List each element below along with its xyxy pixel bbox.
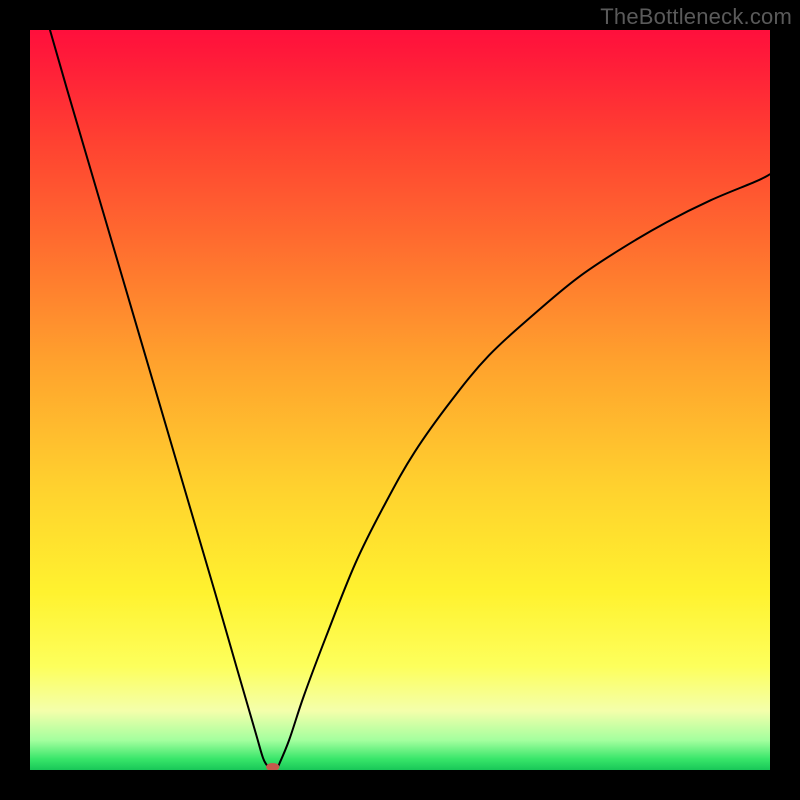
curve-layer [30, 30, 770, 770]
curve-right-branch [278, 174, 770, 767]
curve-left-branch [50, 30, 268, 767]
vertex-marker [266, 763, 279, 770]
plot-area [30, 30, 770, 770]
watermark-text: TheBottleneck.com [600, 4, 792, 30]
chart-frame: TheBottleneck.com [0, 0, 800, 800]
